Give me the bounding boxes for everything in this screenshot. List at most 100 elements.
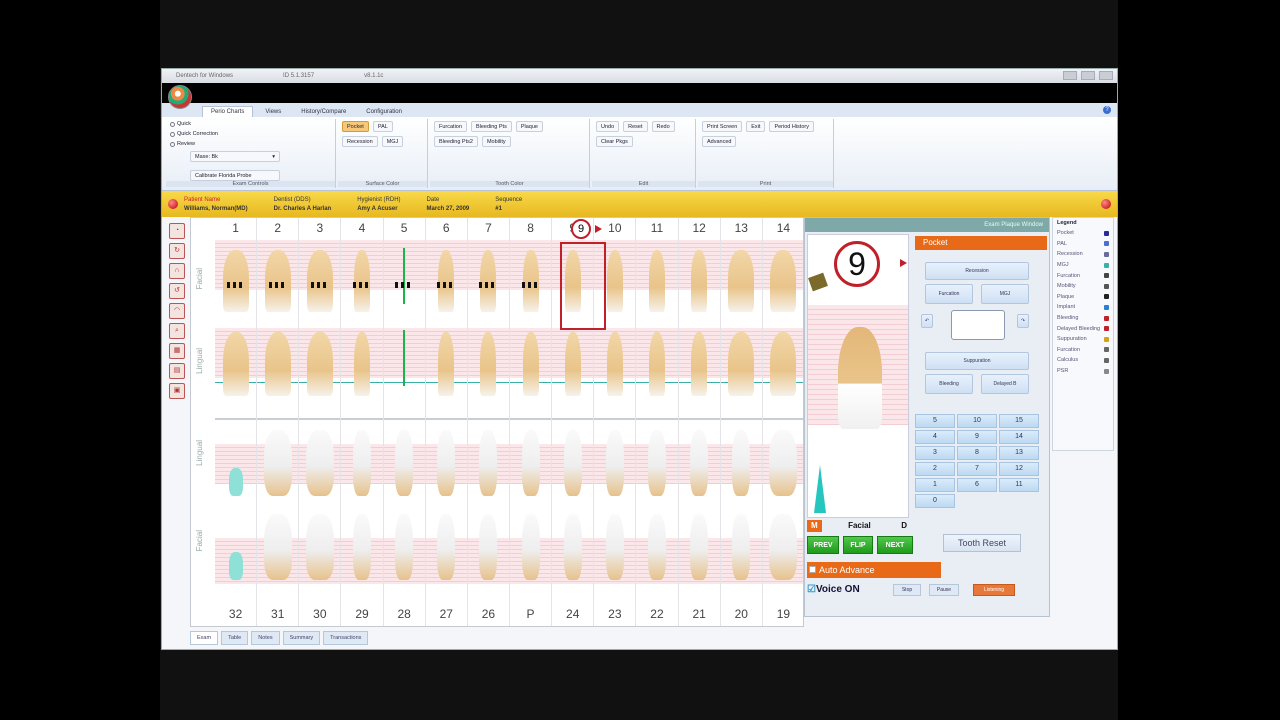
keypad-key[interactable]: 8 [957, 446, 997, 460]
voice-listening-button[interactable]: Listening [973, 584, 1015, 596]
prev-button[interactable]: PREV [807, 536, 839, 554]
pal-color-button[interactable]: PAL [372, 121, 393, 132]
patient-name-field[interactable]: Patient Name Williams, Norman(MD) [184, 197, 248, 212]
plaque-button[interactable]: Plaque [515, 121, 543, 132]
rotate-icon[interactable]: ↻ [169, 243, 185, 259]
date-field[interactable]: Date March 27, 2009 [427, 197, 470, 212]
lower-tooth-number[interactable]: 32 [215, 604, 258, 624]
clear-pkgs-button[interactable]: Clear Pkgs [596, 136, 633, 147]
keypad-key[interactable]: 11 [999, 478, 1039, 492]
tooth-column[interactable] [763, 218, 803, 626]
tab-notes[interactable]: Notes [251, 631, 280, 645]
tooth-column[interactable] [299, 218, 342, 626]
perio-chart[interactable]: 1234567891011121314 Facial Lingual Lingu… [190, 217, 804, 627]
suppuration-button[interactable]: Suppuration [925, 352, 1029, 370]
tooth-column[interactable] [426, 218, 468, 626]
app-orb-icon[interactable] [168, 85, 192, 109]
tab-history-compare[interactable]: History/Compare [293, 107, 354, 117]
photo-icon[interactable]: ▣ [169, 383, 185, 399]
pocket-color-button[interactable]: Pocket [342, 121, 369, 132]
maximize-button[interactable] [1081, 71, 1095, 80]
recession-button[interactable]: Recession [925, 262, 1029, 280]
lower-tooth-number[interactable]: 22 [636, 604, 679, 624]
reset-button[interactable]: Reset [623, 121, 648, 132]
delayed-bleeding-button[interactable]: Delayed B [981, 374, 1029, 394]
radio-review[interactable]: Review [170, 141, 218, 147]
lower-tooth-number[interactable]: 27 [426, 604, 468, 624]
advanced-button[interactable]: Advanced [702, 136, 737, 147]
voice-stop-button[interactable]: Stop [893, 584, 921, 596]
implant-icon[interactable]: ◠ [169, 303, 185, 319]
mgj-button[interactable]: MGJ [981, 284, 1029, 304]
keypad-key[interactable]: 10 [957, 414, 997, 428]
lower-tooth-number[interactable]: 21 [679, 604, 721, 624]
mobility-button[interactable]: Mobility [481, 136, 511, 147]
tooth-column[interactable] [636, 218, 679, 626]
flip-button[interactable]: FLIP [843, 536, 873, 554]
lower-tooth-number[interactable]: 29 [341, 604, 384, 624]
tooth-column[interactable] [679, 218, 721, 626]
furcation-button[interactable]: Furcation [434, 121, 467, 132]
tooth-view-icon[interactable]: ◔ [169, 223, 185, 239]
tab-perio-charts[interactable]: Perio Charts [202, 106, 254, 117]
auto-advance-toggle[interactable]: Auto Advance [807, 562, 941, 578]
keypad-key[interactable]: 13 [999, 446, 1039, 460]
keypad-key[interactable]: 6 [957, 478, 997, 492]
keypad-key[interactable]: 0 [915, 494, 955, 508]
recession-color-button[interactable]: Recession [342, 136, 378, 147]
exit-button[interactable]: Exit [746, 121, 766, 132]
keypad-key[interactable]: 4 [915, 430, 955, 444]
tooth-column[interactable] [721, 218, 763, 626]
lower-tooth-number[interactable]: 31 [257, 604, 300, 624]
xray-icon[interactable]: ▦ [169, 343, 185, 359]
bleeding-pts2-button[interactable]: Bleeding Pts2 [434, 136, 478, 147]
rotate-right-icon[interactable]: ↷ [1017, 314, 1029, 328]
minimize-button[interactable] [1063, 71, 1077, 80]
lower-tooth-number[interactable]: 28 [384, 604, 426, 624]
probe-dropdown[interactable]: Maxe: Bk ▾ [190, 151, 280, 162]
radio-quick-correction[interactable]: Quick Correction [170, 131, 218, 137]
tooth-column[interactable] [215, 218, 258, 626]
value-entry-box[interactable] [951, 310, 1005, 340]
refresh-icon[interactable]: ↺ [169, 283, 185, 299]
voice-pause-button[interactable]: Pause [929, 584, 959, 596]
keypad-key[interactable]: 5 [915, 414, 955, 428]
lower-tooth-number[interactable]: 30 [299, 604, 342, 624]
tab-table[interactable]: Table [221, 631, 249, 645]
radio-quick[interactable]: Quick [170, 121, 218, 127]
tooth-column[interactable] [341, 218, 384, 626]
tab-exam[interactable]: Exam [190, 631, 219, 645]
lower-tooth-number[interactable]: P [510, 604, 553, 624]
keypad-key[interactable]: 14 [999, 430, 1039, 444]
tooth-column[interactable] [257, 218, 300, 626]
tab-transactions[interactable]: Transactions [323, 631, 369, 645]
tab-views[interactable]: Views [257, 107, 289, 117]
calibrate-button[interactable]: Calibrate Florida Probe [190, 170, 280, 181]
undo-button[interactable]: Undo [596, 121, 620, 132]
tab-configuration[interactable]: Configuration [358, 107, 410, 117]
bleeding-pts-button[interactable]: Bleeding Pts [470, 121, 512, 132]
lower-tooth-number[interactable]: 19 [763, 604, 803, 624]
tooth-column[interactable] [468, 218, 510, 626]
lower-tooth-number[interactable]: 24 [552, 604, 595, 624]
tab-summary[interactable]: Summary [282, 631, 321, 645]
rotate-left-icon[interactable]: ↶ [921, 314, 933, 328]
keypad-key[interactable]: 3 [915, 446, 955, 460]
keypad-key[interactable]: 15 [999, 414, 1039, 428]
hygienist-field[interactable]: Hygienist (RDH) Amy A Acuser [357, 197, 400, 212]
close-button[interactable] [1099, 71, 1113, 80]
keypad-key[interactable]: 12 [999, 462, 1039, 476]
mgj-color-button[interactable]: MGJ [381, 136, 404, 147]
keypad-key[interactable]: 1 [915, 478, 955, 492]
help-icon[interactable]: ? [1103, 106, 1111, 114]
next-button[interactable]: NEXT [877, 536, 913, 554]
image-icon[interactable]: ▤ [169, 363, 185, 379]
lower-tooth-number[interactable]: 23 [594, 604, 637, 624]
voice-toggle[interactable]: ☑Voice ON [807, 584, 860, 595]
redo-button[interactable]: Redo [651, 121, 675, 132]
furcation-button[interactable]: Furcation [925, 284, 973, 304]
zoom-icon[interactable]: ⌕ [169, 323, 185, 339]
period-history-button[interactable]: Period History [769, 121, 814, 132]
keypad-key[interactable]: 7 [957, 462, 997, 476]
lower-tooth-number[interactable]: 26 [468, 604, 510, 624]
